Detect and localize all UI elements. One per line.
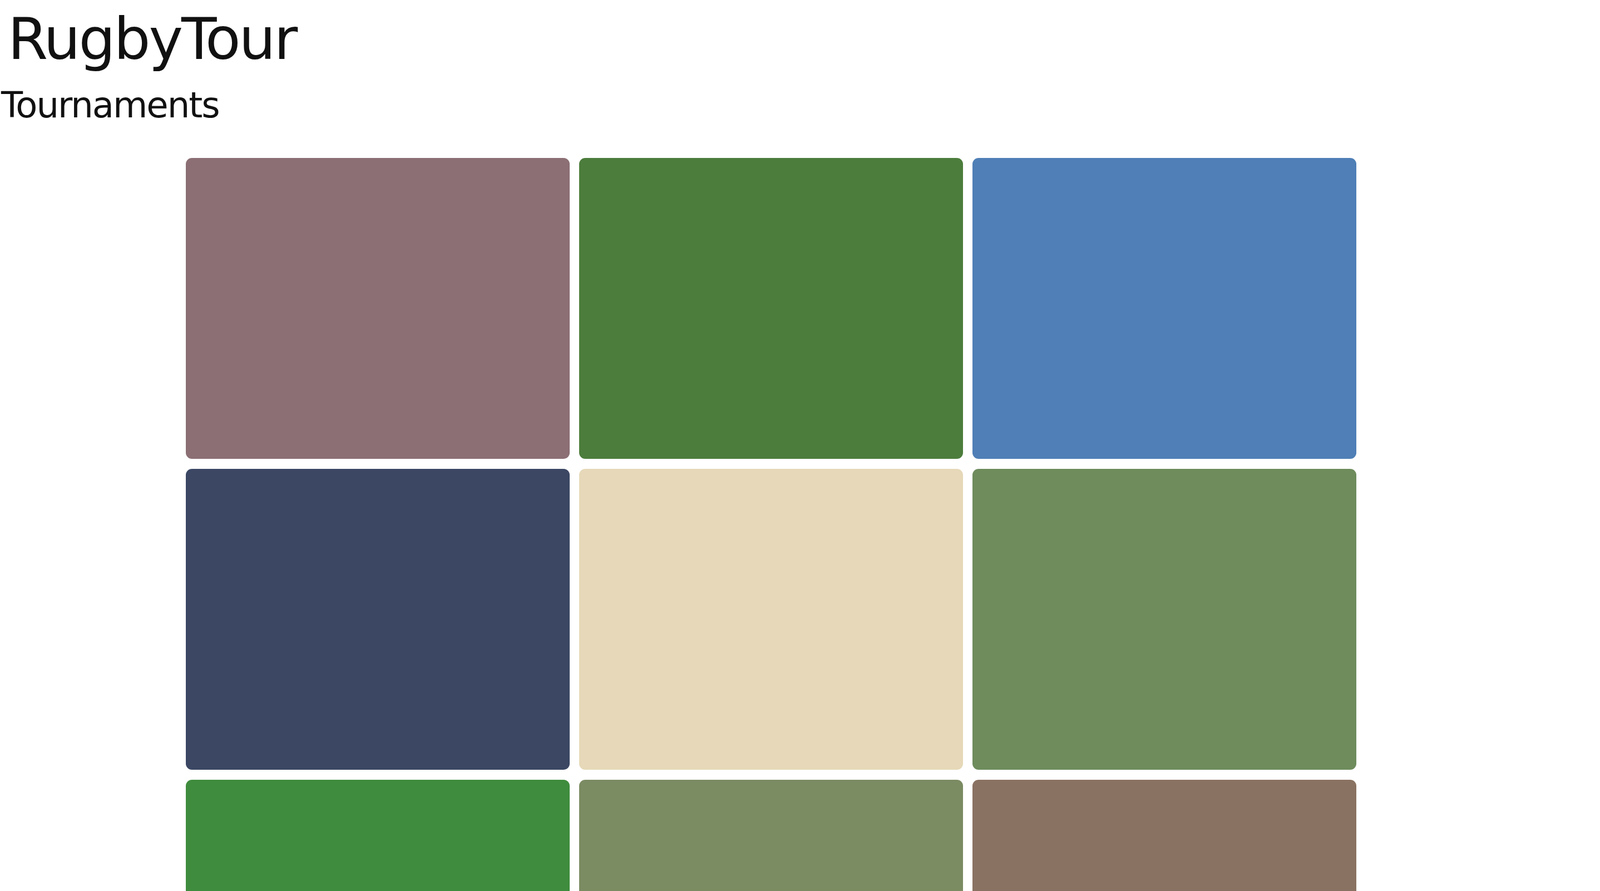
tournament-card[interactable] (972, 157, 1357, 459)
tournament-card[interactable] (972, 468, 1357, 770)
tournament-card[interactable] (579, 779, 964, 891)
site-logo[interactable]: RugbyTour (0, 0, 1600, 74)
tournament-card[interactable] (579, 468, 964, 770)
tournament-card[interactable] (185, 779, 570, 891)
tournament-card[interactable] (972, 779, 1357, 891)
tournament-card[interactable] (185, 157, 570, 459)
section-heading: Tournaments (0, 73, 1600, 127)
tournament-card[interactable] (185, 468, 570, 770)
tournament-grid (0, 126, 1600, 891)
tournament-card[interactable] (579, 157, 964, 459)
